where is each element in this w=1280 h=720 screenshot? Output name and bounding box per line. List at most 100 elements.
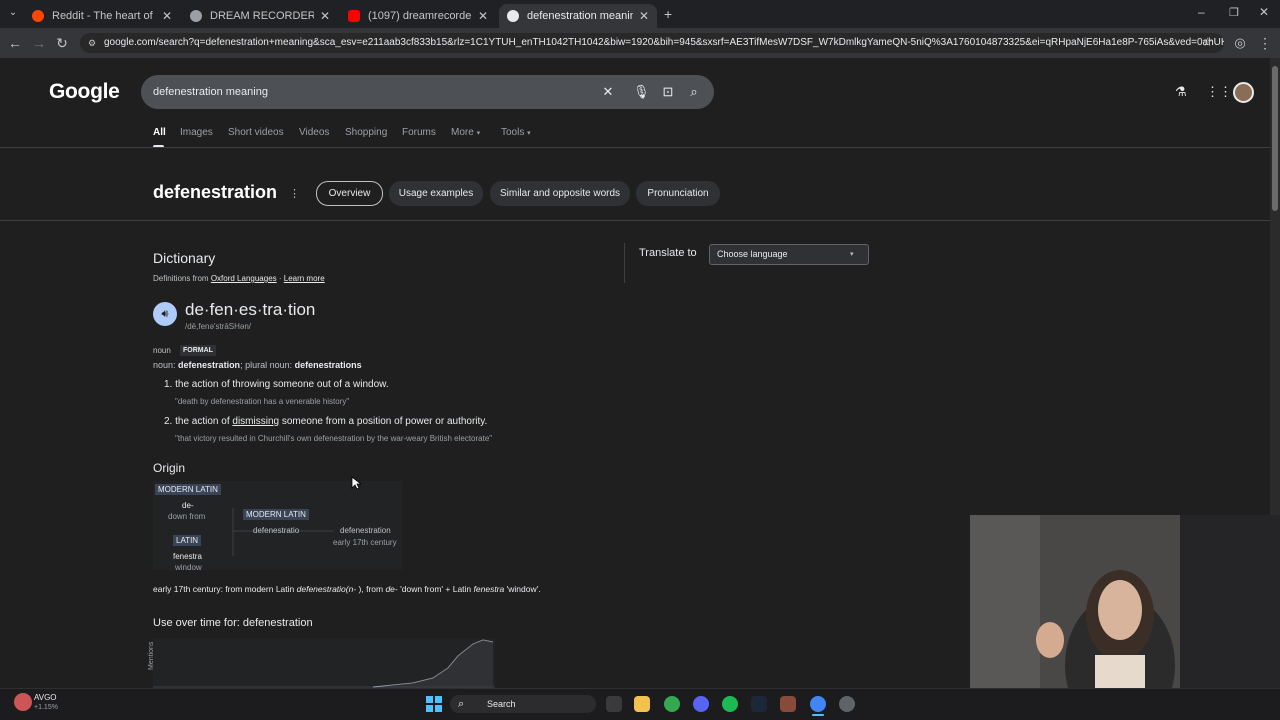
origin-de: de-: [182, 501, 194, 510]
youtube-favicon-icon: [348, 10, 360, 22]
form-singular: defenestration: [178, 360, 241, 370]
new-tab-button[interactable]: +: [664, 6, 672, 22]
taskbar-search[interactable]: ⌕ Search: [450, 695, 596, 713]
close-tab-icon[interactable]: ✕: [320, 9, 330, 23]
address-bar[interactable]: ⚙ google.com/search?q=defenestration+mea…: [80, 33, 1224, 53]
register-badge: FORMAL: [180, 345, 216, 356]
origin-fenestra: fenestra: [173, 552, 202, 561]
close-window-icon[interactable]: ✕: [1259, 5, 1269, 19]
google-favicon-icon: [507, 10, 519, 22]
discord-icon[interactable]: [693, 696, 709, 712]
chrome-icon[interactable]: [664, 696, 680, 712]
divider: [0, 147, 1270, 148]
file-explorer-icon[interactable]: [634, 696, 650, 712]
tab-title: Reddit - The heart of the intern: [52, 10, 156, 22]
sense-2: 2. the action of dismissing someone from…: [164, 416, 487, 427]
dismissing-link[interactable]: dismissing: [232, 416, 279, 427]
origin-de-gloss: down from: [168, 512, 206, 521]
chip-pronunciation[interactable]: Pronunciation: [636, 181, 720, 206]
search-icon[interactable]: ⌕: [686, 84, 702, 100]
task-view-icon[interactable]: [606, 696, 622, 712]
reload-icon[interactable]: ↻: [53, 34, 71, 52]
chip-similar-opposite[interactable]: Similar and opposite words: [490, 181, 630, 206]
search-input[interactable]: defenestration meaning: [153, 86, 268, 98]
tab-more[interactable]: More ▾: [451, 127, 480, 138]
lens-search-icon[interactable]: ⊡: [660, 84, 676, 100]
tab-youtube[interactable]: (1097) dreamrecorder - YouTu ✕: [340, 4, 496, 28]
origin-node-latin: LATIN: [173, 535, 202, 546]
steam-icon[interactable]: [751, 696, 767, 712]
account-avatar[interactable]: [1233, 82, 1254, 103]
tab-google-active[interactable]: defenestration meaning - Goog ✕: [499, 4, 657, 28]
tab-short-videos[interactable]: Short videos: [228, 127, 284, 138]
close-tab-icon[interactable]: ✕: [478, 9, 488, 23]
app-icon[interactable]: [839, 696, 855, 712]
close-tab-icon[interactable]: ✕: [639, 9, 649, 23]
oxford-link[interactable]: Oxford Languages: [211, 274, 277, 283]
app-icon[interactable]: [780, 696, 796, 712]
scrollbar-thumb[interactable]: [1272, 66, 1278, 211]
phonetic: /dē,fenə'strāSHən/: [185, 322, 252, 331]
bookmark-star-icon[interactable]: ☆: [1202, 35, 1213, 49]
origin-heading: Origin: [153, 461, 186, 475]
restore-icon[interactable]: ❐: [1229, 6, 1239, 19]
chip-usage-examples[interactable]: Usage examples: [389, 181, 483, 206]
tab-more-label: More: [451, 127, 474, 138]
close-tab-icon[interactable]: ✕: [162, 9, 172, 23]
spotify-icon[interactable]: [722, 696, 738, 712]
stock-widget-icon[interactable]: [14, 693, 32, 711]
url-text: google.com/search?q=defenestration+meani…: [104, 37, 1224, 48]
back-icon[interactable]: ←: [6, 34, 24, 52]
speaker-icon[interactable]: 🔊︎: [153, 302, 177, 326]
divider: [0, 220, 1270, 221]
part-of-speech: noun: [153, 346, 171, 355]
dropdown-caret-icon: ▾: [476, 130, 481, 137]
tab-forums[interactable]: Forums: [402, 127, 436, 138]
labs-flask-icon[interactable]: ⚗: [1175, 84, 1187, 100]
sense-number: 2.: [164, 416, 173, 427]
tab-dream-recorder[interactable]: DREAM RECORDER — DREAM ✕: [182, 4, 338, 28]
origin-defenestration: defenestration: [340, 526, 391, 535]
tab-reddit[interactable]: Reddit - The heart of the intern ✕: [24, 4, 180, 28]
origin-fenestra-gloss: window: [175, 563, 202, 572]
origin-defenestratio: defenestratio: [253, 526, 300, 535]
dropdown-caret-icon: ▾: [850, 251, 854, 258]
tab-shopping[interactable]: Shopping: [345, 127, 387, 138]
origin-text: early 17th century: from modern Latin de…: [153, 584, 541, 594]
more-options-icon[interactable]: ⋮: [289, 187, 300, 200]
origin-node-modern-latin: MODERN LATIN: [155, 484, 221, 495]
forward-icon[interactable]: →: [30, 34, 48, 52]
sense-2-example: "that victory resulted in Churchill's ow…: [175, 434, 493, 443]
origin-text-part: 'window'.: [504, 584, 541, 594]
divider: [624, 243, 625, 283]
chrome-active-icon[interactable]: [810, 696, 826, 712]
tab-title: (1097) dreamrecorder - YouTu: [368, 10, 472, 22]
language-select[interactable]: Choose language ▾: [709, 244, 869, 265]
tab-all[interactable]: All: [153, 127, 166, 138]
clear-search-icon[interactable]: ✕: [600, 84, 616, 100]
noun-forms: noun: defenestration; plural noun: defen…: [153, 360, 362, 370]
definitions-source: Definitions from Oxford Languages · Lear…: [153, 274, 325, 283]
windows-start-icon[interactable]: [426, 696, 442, 712]
profile-icon[interactable]: ◎: [1231, 34, 1249, 52]
sense-text: the action of: [175, 416, 230, 427]
chip-overview[interactable]: Overview: [316, 181, 383, 206]
browser-tab-strip: ⌄ Reddit - The heart of the intern ✕ DRE…: [0, 0, 1280, 28]
usage-line-chart: [153, 639, 495, 688]
tab-title: DREAM RECORDER — DREAM: [210, 10, 314, 22]
voice-search-icon[interactable]: 🎙︎: [633, 84, 650, 100]
tab-images[interactable]: Images: [180, 127, 213, 138]
apps-grid-icon[interactable]: ⋮⋮: [1206, 84, 1232, 100]
stock-name[interactable]: AVGO: [34, 693, 57, 702]
minimize-icon[interactable]: –: [1198, 5, 1205, 19]
learn-more-link[interactable]: Learn more: [284, 274, 325, 283]
tab-videos[interactable]: Videos: [299, 127, 329, 138]
google-logo[interactable]: Google: [49, 80, 120, 104]
language-select-value: Choose language: [717, 249, 788, 259]
tab-search-icon[interactable]: ⌄: [4, 4, 22, 22]
site-info-icon[interactable]: ⚙: [88, 33, 96, 53]
origin-text-italic: fenestra: [473, 584, 505, 594]
menu-icon[interactable]: ⋮: [1256, 34, 1274, 52]
taskbar-search-label: Search: [487, 699, 516, 709]
tab-tools[interactable]: Tools ▾: [501, 127, 531, 138]
